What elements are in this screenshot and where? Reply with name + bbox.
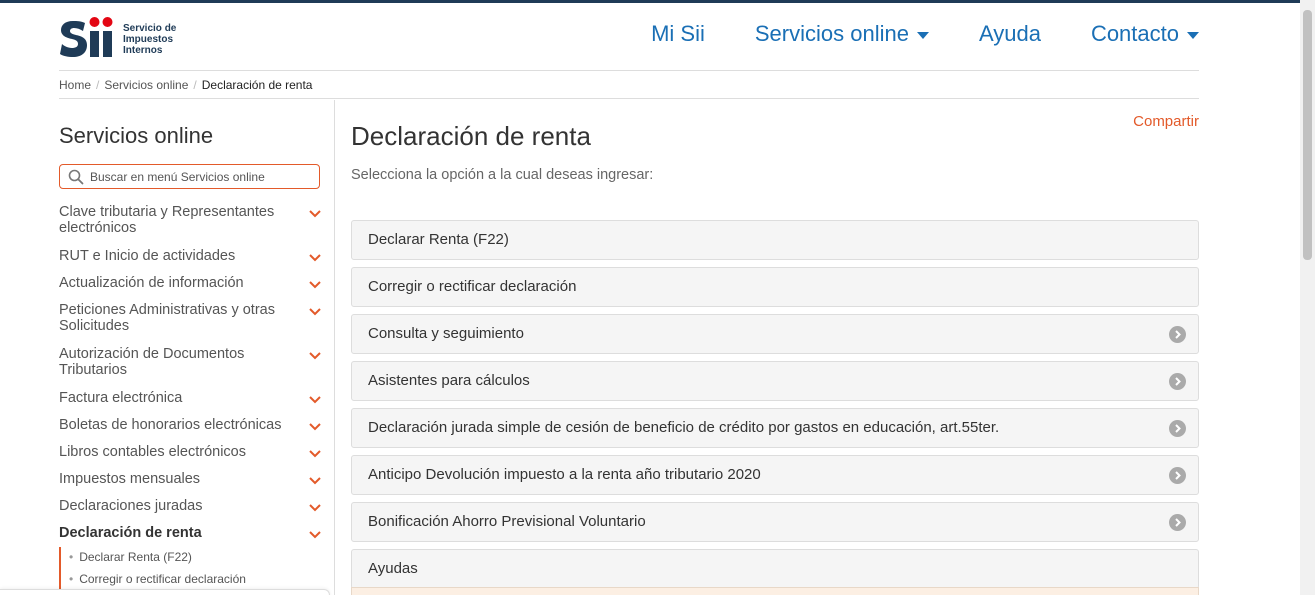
sidebar-item-autorizacion[interactable]: Autorización de Documentos Tributarios: [59, 346, 321, 378]
chevron-down-icon: [309, 423, 321, 431]
site-header: Servicio de Impuestos Internos Mi Sii Se…: [59, 3, 1199, 71]
sii-logo-mark: [60, 17, 113, 57]
chevron-down-icon: [309, 477, 321, 485]
main-nav: Mi Sii Servicios online Ayuda Contacto: [601, 21, 1199, 47]
logo-text-line-2: Impuestos: [123, 34, 174, 45]
nav-contacto[interactable]: Contacto: [1091, 21, 1199, 47]
option-anticipo-devolucion[interactable]: Anticipo Devolución impuesto a la renta …: [351, 455, 1199, 495]
breadcrumb-current: Declaración de renta: [201, 78, 313, 92]
sidebar: Servicios online Clave tributaria y Repr…: [59, 100, 335, 595]
sidebar-search-input[interactable]: [90, 168, 315, 186]
sidebar-item-libros[interactable]: Libros contables electrónicos: [59, 444, 321, 460]
logo-text-line-3: Internos: [123, 45, 163, 56]
submenu-item-label: Corregir o rectificar declaración: [79, 572, 246, 586]
option-label: Declaración jurada simple de cesión de b…: [368, 419, 1000, 436]
breadcrumb-separator: /: [96, 78, 100, 92]
option-declaracion-jurada[interactable]: Declaración jurada simple de cesión de b…: [351, 408, 1199, 448]
main-content: Declaración de renta Compartir Seleccion…: [351, 100, 1199, 595]
option-label: Bonificación Ahorro Previsional Voluntar…: [368, 513, 646, 530]
option-label: Anticipo Devolución impuesto a la renta …: [368, 466, 761, 483]
chevron-down-icon: [309, 210, 321, 218]
sidebar-item-clave-tributaria[interactable]: Clave tributaria y Representantes electr…: [59, 204, 321, 236]
option-asistentes[interactable]: Asistentes para cálculos: [351, 361, 1199, 401]
sidebar-item-boletas[interactable]: Boletas de honorarios electrónicas: [59, 417, 321, 433]
page-title: Declaración de renta: [351, 121, 591, 151]
sidebar-item-label: Impuestos mensuales: [59, 471, 201, 487]
sidebar-item-label: Autorización de Documentos Tributarios: [59, 346, 245, 378]
page-scrollbar[interactable]: [1300, 0, 1315, 595]
option-declarar-renta[interactable]: Declarar Renta (F22): [351, 220, 1199, 260]
sidebar-item-label: Libros contables electrónicos: [59, 444, 246, 460]
nav-mi-sii-label: Mi Sii: [651, 21, 705, 46]
submenu-item-declarar-renta[interactable]: • Declarar Renta (F22): [61, 547, 321, 569]
sii-logo[interactable]: Servicio de Impuestos Internos: [59, 13, 219, 63]
chevron-right-circle-icon: [1169, 420, 1186, 437]
bullet-icon: •: [69, 550, 74, 564]
sidebar-item-label: RUT e Inicio de actividades: [59, 248, 236, 264]
nav-servicios-online[interactable]: Servicios online: [755, 21, 929, 47]
sidebar-submenu: • Declarar Renta (F22) • Corregir o rectif…: [59, 547, 321, 591]
option-ayudas[interactable]: Ayudas: [351, 549, 1199, 589]
bullet-icon: •: [69, 572, 74, 586]
chevron-right-circle-icon: [1169, 326, 1186, 343]
sidebar-item-impuestos-mensuales[interactable]: Impuestos mensuales: [59, 471, 321, 487]
sidebar-item-label: Boletas de honorarios electrónicas: [59, 417, 282, 433]
breadcrumb-servicios-online[interactable]: Servicios online: [104, 78, 188, 92]
sidebar-item-label: Peticiones Administrativas y otras Solic…: [59, 302, 275, 334]
chevron-right-circle-icon: [1169, 514, 1186, 531]
option-label: Asistentes para cálculos: [368, 372, 530, 389]
sidebar-item-label: Declaraciones juradas: [59, 498, 203, 514]
option-label: Consulta y seguimiento: [368, 325, 524, 342]
option-consulta[interactable]: Consulta y seguimiento: [351, 314, 1199, 354]
logo-text: Servicio de Impuestos Internos: [123, 23, 176, 56]
option-label: Ayudas: [368, 560, 418, 577]
chevron-down-icon: [309, 396, 321, 404]
share-link[interactable]: Compartir: [1133, 113, 1199, 130]
sidebar-item-label: Declaración de renta: [59, 525, 202, 541]
sidebar-title: Servicios online: [59, 123, 214, 148]
caret-down-icon: [916, 31, 929, 39]
breadcrumb-home[interactable]: Home: [59, 78, 91, 92]
option-corregir[interactable]: Corregir o rectificar declaración: [351, 267, 1199, 307]
sidebar-item-declaracion-renta[interactable]: Declaración de renta: [59, 525, 321, 541]
sidebar-item-label: Factura electrónica: [59, 390, 183, 406]
option-label: Corregir o rectificar declaración: [368, 278, 577, 295]
nav-contacto-label: Contacto: [1090, 21, 1179, 46]
nav-servicios-online-label: Servicios online: [754, 21, 909, 46]
scrollbar-thumb[interactable]: [1303, 10, 1312, 260]
ayudas-panel-edge: [351, 587, 1199, 595]
sidebar-item-rut[interactable]: RUT e Inicio de actividades: [59, 248, 321, 264]
chevron-down-icon: [309, 450, 321, 458]
nav-mi-sii[interactable]: Mi Sii: [651, 21, 705, 47]
chevron-right-circle-icon: [1169, 373, 1186, 390]
breadcrumb: Home / Servicios online / Declaración de ren…: [59, 72, 1199, 99]
logo-text-line-1: Servicio de: [123, 23, 177, 34]
search-icon: [68, 169, 84, 185]
chevron-down-icon: [309, 281, 321, 289]
submenu-item-label: Declarar Renta (F22): [79, 550, 192, 564]
sidebar-item-label: Actualización de información: [59, 275, 244, 291]
sidebar-item-peticiones[interactable]: Peticiones Administrativas y otras Solic…: [59, 302, 321, 334]
nav-ayuda-label: Ayuda: [978, 21, 1041, 46]
chevron-down-icon: [309, 254, 321, 262]
caret-down-icon: [1187, 31, 1199, 39]
chevron-down-icon: [309, 308, 321, 316]
bottom-panel-edge: [0, 589, 330, 595]
chevron-down-icon: [309, 504, 321, 512]
sidebar-item-label: Clave tributaria y Representantes electr…: [59, 204, 275, 236]
page-subtitle: Selecciona la opción a la cual deseas in…: [351, 167, 654, 183]
breadcrumb-separator: /: [193, 78, 197, 92]
sidebar-item-declaraciones-juradas[interactable]: Declaraciones juradas: [59, 498, 321, 514]
submenu-item-corregir[interactable]: • Corregir o rectificar declaración: [61, 569, 321, 591]
option-bonificacion[interactable]: Bonificación Ahorro Previsional Voluntar…: [351, 502, 1199, 542]
sidebar-search: [59, 164, 320, 189]
chevron-down-icon: [309, 531, 321, 539]
sidebar-item-actualizacion[interactable]: Actualización de información: [59, 275, 321, 291]
option-label: Declarar Renta (F22): [368, 231, 509, 248]
chevron-right-circle-icon: [1169, 467, 1186, 484]
nav-ayuda[interactable]: Ayuda: [979, 21, 1041, 47]
sidebar-item-factura[interactable]: Factura electrónica: [59, 390, 321, 406]
chevron-down-icon: [309, 352, 321, 360]
